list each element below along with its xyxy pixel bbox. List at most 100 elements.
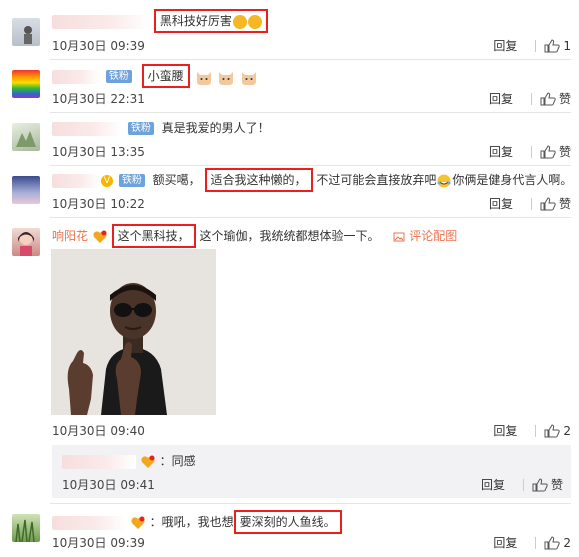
like-count: 2 [563, 423, 571, 438]
avatar[interactable] [12, 176, 40, 204]
comment-actions: 回复 赞 [489, 195, 571, 212]
username-blurred[interactable] [62, 454, 136, 469]
avatar[interactable] [12, 123, 40, 151]
divider [530, 92, 532, 105]
sub-reply-text-line: ：同感 [62, 452, 196, 470]
divider [535, 536, 537, 549]
comment-text-line: ：哦吼，我也想 要深刻的人鱼线。 [52, 510, 342, 534]
reply-button[interactable]: 回复 [493, 37, 517, 54]
comment-photo[interactable] [51, 249, 216, 415]
avatar-image [15, 519, 35, 542]
comment-text: 额买噶， [152, 173, 201, 187]
heart-badge-icon [131, 516, 145, 529]
reply-button[interactable]: 回复 [489, 90, 513, 107]
sub-reply-actions: 回复 赞 [481, 476, 563, 493]
reply-button[interactable]: 回复 [493, 534, 517, 551]
comment-text: 真是我爱的男人了！ [161, 121, 270, 135]
highlighted-text: 要深刻的人鱼线。 [233, 510, 342, 534]
comment-text-line: 铁粉 真是我爱的男人了！ [52, 119, 270, 137]
highlighted-text: 小蛮腰 [141, 64, 190, 88]
comment-4: V 铁粉 额买噶， 适合我这种懒的， 不过可能会直接放弃吧 你俩是健身代言人啊。 … [0, 166, 579, 218]
comment-1: 黑科技好厉害 10月30日 09:39 回复 1 [0, 0, 579, 60]
fan-badge: 铁粉 [105, 70, 132, 83]
comment-text-line: V 铁粉 额买噶， 适合我这种懒的， 不过可能会直接放弃吧 你俩是健身代言人啊。 [52, 168, 572, 192]
heart-badge-icon [141, 455, 155, 468]
reply-button[interactable]: 回复 [489, 195, 513, 212]
thumbs-up-icon[interactable] [544, 535, 561, 550]
comment-actions: 回复 2 [493, 534, 571, 551]
comment-actions: 回复 1 [493, 37, 571, 54]
comment-2: 铁粉 小蛮腰 10月30日 22:31 回复 赞 [0, 60, 579, 113]
comment-text-line: 铁粉 小蛮腰 [52, 64, 258, 88]
username-blurred[interactable] [52, 69, 100, 84]
avatar-image [18, 232, 34, 256]
avatar-image [16, 131, 36, 147]
comment-3: 铁粉 真是我爱的男人了！ 10月30日 13:35 回复 赞 [0, 113, 579, 166]
thumbs-up-icon[interactable] [544, 38, 561, 53]
cat-emoji-icon [219, 71, 234, 85]
comment-5: 响阳花 这个黑科技， 这个瑜伽，我统统都想体验一下。 评论配图 10月30日 0… [0, 218, 579, 498]
avatar-image [24, 26, 32, 44]
divider [522, 478, 524, 491]
thumbs-up-icon[interactable] [544, 423, 561, 438]
cat-emoji-icon [242, 71, 257, 85]
comment-text: 你俩是健身代言人啊。 [452, 173, 573, 187]
username-blurred[interactable] [52, 121, 122, 136]
cat-emoji-icon [196, 71, 211, 85]
comment-text: ：哦吼，我也想 [149, 515, 234, 529]
comment-6: ：哦吼，我也想 要深刻的人鱼线。 10月30日 09:39 回复 2 [0, 504, 579, 557]
sub-reply-text: ：同感 [159, 454, 196, 468]
avatar[interactable] [12, 228, 40, 256]
comment-actions: 回复 赞 [489, 143, 571, 160]
thumbs-up-icon[interactable] [532, 477, 548, 492]
comment-text: 这个瑜伽，我统统都想体验一下。 [199, 229, 380, 243]
comment-text: 不过可能会直接放弃吧 [316, 173, 437, 187]
fan-badge: 铁粉 [127, 122, 154, 135]
man-thumbs-up-image [51, 249, 216, 415]
username-blurred[interactable] [52, 515, 126, 530]
highlighted-text: 黑科技好厉害 [153, 9, 268, 33]
divider [535, 39, 537, 52]
thumbs-up-icon[interactable] [540, 144, 556, 159]
comment-time: 10月30日 10:22 [52, 197, 145, 211]
highlighted-text: 适合我这种懒的， [204, 168, 313, 192]
avatar[interactable] [12, 514, 40, 542]
sub-reply-time: 10月30日 09:41 [62, 478, 155, 492]
comment-time: 10月30日 22:31 [52, 92, 145, 106]
highlighted-text: 这个黑科技， [111, 224, 196, 248]
comment-time: 10月30日 09:39 [52, 39, 145, 53]
divider [535, 424, 537, 437]
reply-button[interactable]: 回复 [481, 476, 505, 493]
clap-emoji-icon [247, 14, 262, 29]
comment-actions: 回复 2 [493, 422, 571, 439]
like-count: 2 [563, 535, 571, 550]
like-count: 1 [563, 38, 571, 53]
laugh-emoji-icon [437, 174, 451, 187]
avatar[interactable] [12, 18, 40, 46]
comment-text-line: 黑科技好厉害 [52, 9, 268, 33]
like-label: 赞 [558, 197, 571, 211]
comment-time: 10月30日 09:39 [52, 536, 145, 550]
avatar[interactable] [12, 70, 40, 98]
sub-reply: ：同感 10月30日 09:41 回复 赞 [52, 445, 571, 498]
divider [530, 145, 532, 158]
reply-button[interactable]: 回复 [489, 143, 513, 160]
username[interactable]: 响阳花 [52, 229, 88, 243]
divider [530, 197, 532, 210]
comment-image-link[interactable]: 评论配图 [393, 229, 457, 243]
thumbs-up-icon[interactable] [540, 196, 556, 211]
comment-time: 10月30日 13:35 [52, 145, 145, 159]
reply-button[interactable]: 回复 [493, 422, 517, 439]
comment-image-label: 评论配图 [409, 229, 458, 243]
like-label: 赞 [550, 478, 563, 492]
heart-badge-icon [93, 230, 107, 243]
username-blurred[interactable] [52, 14, 150, 29]
image-icon [393, 232, 405, 241]
clap-emoji-icon [232, 14, 247, 29]
username-blurred[interactable] [52, 173, 100, 188]
thumbs-up-icon[interactable] [540, 91, 556, 106]
like-label: 赞 [558, 92, 571, 106]
comment-actions: 回复 赞 [489, 90, 571, 107]
like-label: 赞 [558, 145, 571, 159]
verified-v-icon: V [101, 174, 113, 187]
